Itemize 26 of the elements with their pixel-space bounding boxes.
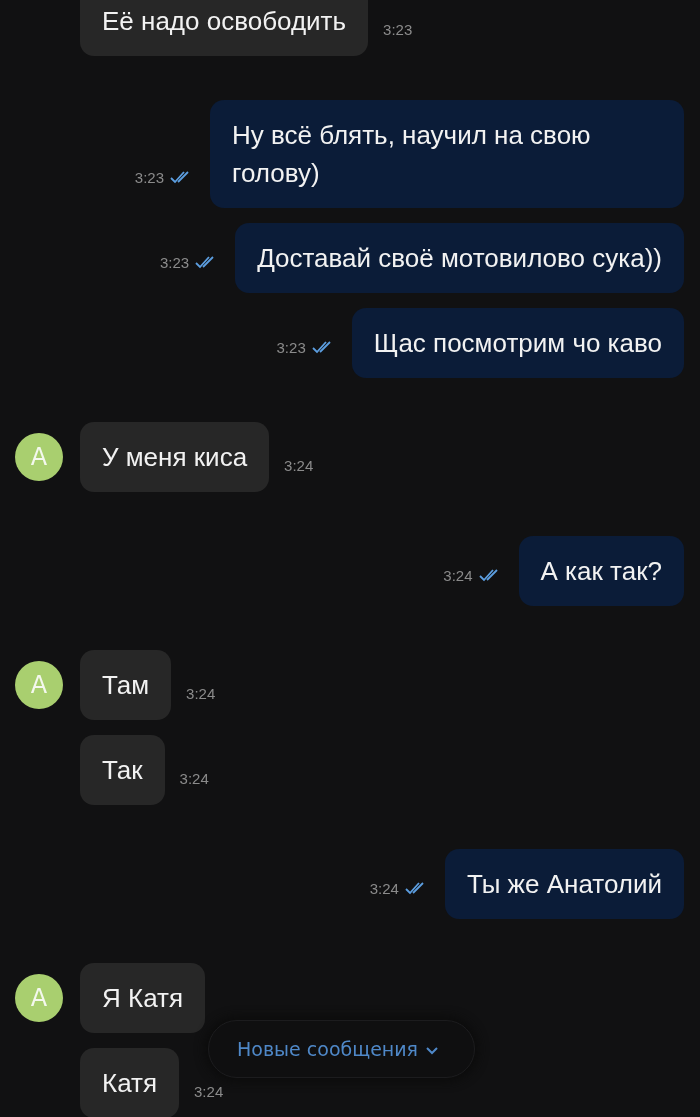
message-bubble: Доставай своё мотовилово сука)) <box>235 223 684 293</box>
message-bubble: Ну всё блять, научил на свою голову) <box>210 100 684 208</box>
message-time: 3:24 <box>179 770 209 787</box>
message-time: 3:24 <box>443 567 473 584</box>
avatar[interactable]: А <box>15 661 63 709</box>
message-bubble: Щас посмотрим чо каво <box>351 308 684 378</box>
message-time: 3:23 <box>134 169 164 186</box>
chevron-down-icon <box>426 1047 439 1055</box>
new-messages-button[interactable]: Новые сообщения <box>208 1020 476 1078</box>
message-bubble: Там <box>80 650 172 720</box>
message-bubble: Я Катя <box>80 963 206 1033</box>
message-time: 3:23 <box>159 254 190 271</box>
message-bubble: А как так? <box>518 536 684 606</box>
message-bubble: Так <box>80 735 165 805</box>
message-bubble: У меня киса <box>80 422 270 492</box>
message-bubble: Ты же Анатолий <box>444 849 684 919</box>
message-time: 3:24 <box>369 880 399 897</box>
message-time: 3:23 <box>276 339 306 356</box>
message-time: 3:24 <box>194 1083 224 1100</box>
message-time: 3:24 <box>186 685 216 702</box>
avatar[interactable]: А <box>15 433 63 481</box>
message-bubble: Её надо освободить <box>80 0 369 56</box>
message-bubble: Катя <box>80 1048 180 1117</box>
message-time: 3:24 <box>284 457 314 474</box>
avatar[interactable]: А <box>15 974 63 1022</box>
message-time: 3:23 <box>383 21 413 38</box>
